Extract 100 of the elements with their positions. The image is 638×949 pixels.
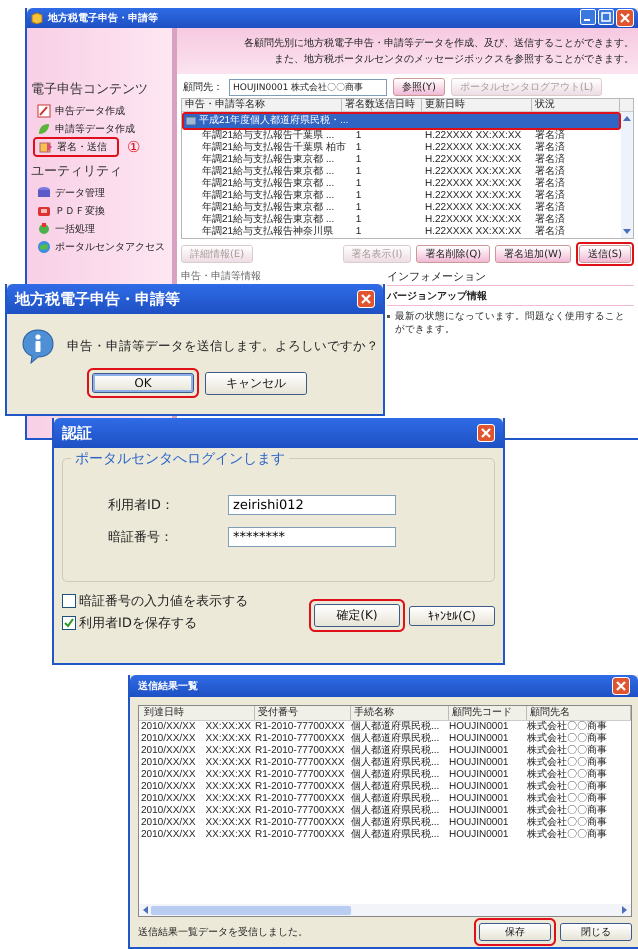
table-cell-text: H.22XXXX XX:XX:XX [424, 142, 522, 154]
table-cell-text: 株式会社〇〇商事 [527, 817, 608, 828]
table-cell-text: 2010/XX/XX XX:XX:XX [141, 805, 252, 817]
table-cell-text: HOUJIN0001 [449, 769, 510, 781]
up-arrow-icon [622, 114, 632, 122]
table-cell-text: 2010/XX/XX XX:XX:XX [141, 721, 252, 733]
app-icon [31, 12, 43, 24]
table-cell-text: 署名済 [534, 142, 566, 154]
input-field[interactable]: zeirishi012 [228, 495, 396, 515]
table-cell-text: 1 [354, 226, 362, 238]
client-label: 顧問先： [183, 80, 223, 94]
sidebar-item[interactable]: 申告データ作成 [33, 104, 129, 118]
table-cell-text: HOUJIN0001 [449, 733, 510, 745]
document-icon [37, 204, 51, 218]
minimize-icon[interactable] [580, 9, 596, 25]
left-arrow-icon [141, 905, 149, 915]
table-cell-text: 2010/XX/XX XX:XX:XX [141, 781, 252, 793]
table-cell-text: H.22XXXX XX:XX:XX [424, 130, 522, 142]
table-cell-text: 株式会社〇〇商事 [527, 781, 608, 792]
table-cell-text: 2010/XX/XX XX:XX:XX [141, 745, 252, 757]
dialog-button[interactable]: ｷｬﾝｾﾙ(C) [409, 606, 495, 626]
table-cell-text: H.22XXXX XX:XX:XX [424, 178, 522, 190]
table-cell-text: 個人都道府県民税... [351, 793, 440, 804]
sidebar-item[interactable]: ＰＤＦ変換 [33, 204, 109, 218]
table-cell-text: 署名済 [534, 166, 566, 178]
close-icon[interactable] [357, 290, 375, 308]
client-field[interactable]: HOUJIN0001 株式会社〇〇商事 [229, 78, 387, 96]
dialog-button[interactable]: 確定(K) [314, 604, 400, 627]
table-cell-text: R1-2010-77700XXX [255, 817, 346, 829]
table-cell-text: R1-2010-77700XXX [255, 781, 346, 793]
window-title: 認証 [62, 424, 92, 442]
column-header: 状況 [532, 99, 620, 111]
group-title: ポータルセンタへログインします [71, 450, 289, 468]
column-header: 手続名称 [351, 706, 449, 720]
table-cell-text: 署名済 [534, 178, 566, 190]
close-icon[interactable] [612, 677, 630, 695]
dialog-button[interactable]: 保存 [479, 923, 551, 941]
table-cell-text: HOUJIN0001 [449, 805, 510, 817]
scrollbar[interactable] [139, 904, 631, 916]
table-cell-text: H.22XXXX XX:XX:XX [424, 190, 522, 202]
table-cell-text: 株式会社〇〇商事 [527, 805, 608, 816]
sidebar-item[interactable]: 署名・送信 [35, 140, 111, 154]
pencil-icon [37, 104, 51, 118]
table-cell-text: R1-2010-77700XXX [255, 745, 346, 757]
table-cell-text: HOUJIN0001 [449, 793, 510, 805]
dialog-button[interactable]: 閉じる [560, 923, 632, 941]
table-cell-text: 2010/XX/XX XX:XX:XX [141, 829, 252, 841]
status-text: 送信結果一覧データを受信しました。 [138, 926, 308, 939]
dialog-button[interactable]: OK [92, 373, 194, 393]
field-label: 暗証番号： [108, 529, 174, 546]
section-heading: 電子申告コンテンツ [31, 81, 149, 98]
table-cell-text: H.22XXXX XX:XX:XX [424, 154, 522, 166]
table-cell-text: 株式会社〇〇商事 [527, 793, 608, 804]
sidebar-item[interactable]: データ管理 [33, 186, 109, 200]
table-cell-text: 株式会社〇〇商事 [527, 757, 608, 768]
action-button[interactable]: 署名追加(W) [495, 245, 571, 263]
table-cell-text: HOUJIN0001 [449, 757, 510, 769]
action-button[interactable]: 署名削除(Q) [416, 245, 490, 263]
info-text: 最新の状態になっています。問題なく使用することができます。 [395, 310, 626, 336]
table-cell-text: 個人都道府県民税... [351, 817, 440, 828]
table-cell-text: H.22XXXX XX:XX:XX [424, 166, 522, 178]
table-cell-text: 2010/XX/XX XX:XX:XX [141, 817, 252, 829]
table-cell-text: 1 [354, 130, 362, 142]
field-label: 利用者ID： [108, 497, 175, 514]
table-cell-text: H.22XXXX XX:XX:XX [424, 202, 522, 214]
sidebar-item[interactable]: ポータルセンタアクセス [33, 240, 169, 254]
leaf-icon [37, 122, 51, 136]
table-row[interactable]: 平成21年度個人都道府県民税・... [182, 112, 621, 130]
column-header: 顧問先名 [527, 706, 631, 720]
close-icon[interactable] [616, 9, 634, 27]
table-cell-text: 株式会社〇〇商事 [527, 769, 608, 780]
sidebar-item[interactable]: 申請等データ作成 [33, 122, 139, 136]
right-arrow-icon [621, 905, 629, 915]
table-cell-text: 株式会社〇〇商事 [527, 733, 608, 744]
column-header: 到達日時 [141, 706, 255, 720]
table-cell-text: 年調21給与支払報告東京都 ... [201, 166, 336, 178]
scroll-thumb[interactable] [151, 906, 351, 914]
table-cell-text: 年調21給与支払報告千葉県 ... [201, 130, 336, 142]
dialog-button[interactable]: キャンセル [205, 372, 307, 394]
checkbox[interactable] [62, 594, 76, 608]
table-cell-text: HOUJIN0001 [449, 781, 510, 793]
table-cell-text: 署名済 [534, 130, 566, 142]
close-icon[interactable] [477, 424, 495, 442]
toolbar-button[interactable]: 参照(Y) [393, 78, 445, 96]
table-cell-text: 署名済 [534, 190, 566, 202]
maximize-icon[interactable] [598, 9, 614, 25]
down-arrow-icon [622, 228, 632, 236]
checkbox[interactable] [62, 616, 76, 630]
table-cell-text: 個人都道府県民税... [351, 733, 440, 744]
table-cell-text: 年調21給与支払報告東京都 ... [201, 202, 336, 214]
banner-text: また、地方税ポータルセンタのメッセージボックスを参照することができます。 [274, 52, 634, 66]
scrollbar[interactable] [621, 112, 633, 238]
column-header: 顧問先コード [449, 706, 527, 720]
input-field[interactable]: ******** [228, 527, 396, 547]
section-heading: ユーティリティ [31, 163, 123, 180]
window-title: 地方税電子申告・申請等 [15, 290, 180, 308]
action-button[interactable]: 送信(S) [578, 245, 631, 263]
table-cell-text: R1-2010-77700XXX [255, 793, 346, 805]
table-cell-text: 株式会社〇〇商事 [527, 745, 608, 756]
sidebar-item[interactable]: 一括処理 [33, 222, 99, 236]
